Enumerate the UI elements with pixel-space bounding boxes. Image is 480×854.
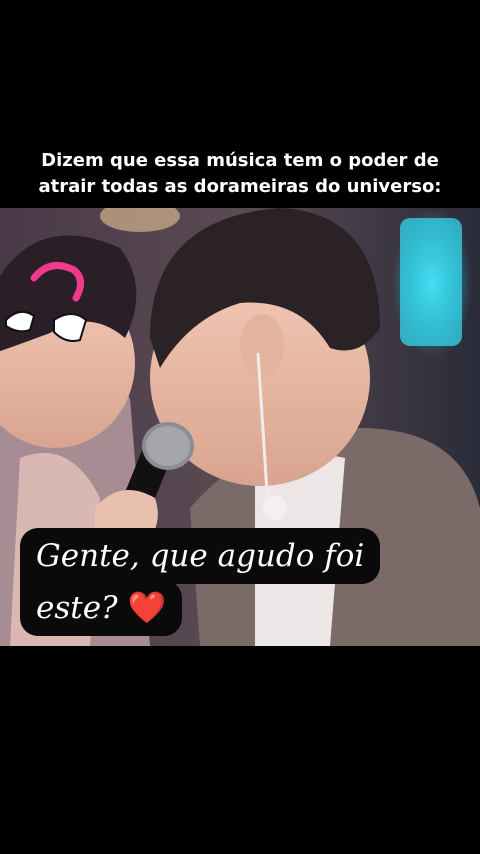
overlay-caption-line-1: Gente, que agudo foi xyxy=(20,528,381,584)
top-caption-line-1: Dizem que essa música tem o poder de xyxy=(41,150,439,171)
heart-emoji: ❤️ xyxy=(127,590,167,626)
top-caption-line-2: atrair todas as dorameiras do universo: xyxy=(38,176,442,197)
overlay-caption-line-2: este? ❤️ xyxy=(20,580,183,636)
top-caption: Dizem que essa música tem o poder de atr… xyxy=(0,148,480,200)
overlay-caption: Gente, que agudo foi este? ❤️ xyxy=(20,528,440,636)
